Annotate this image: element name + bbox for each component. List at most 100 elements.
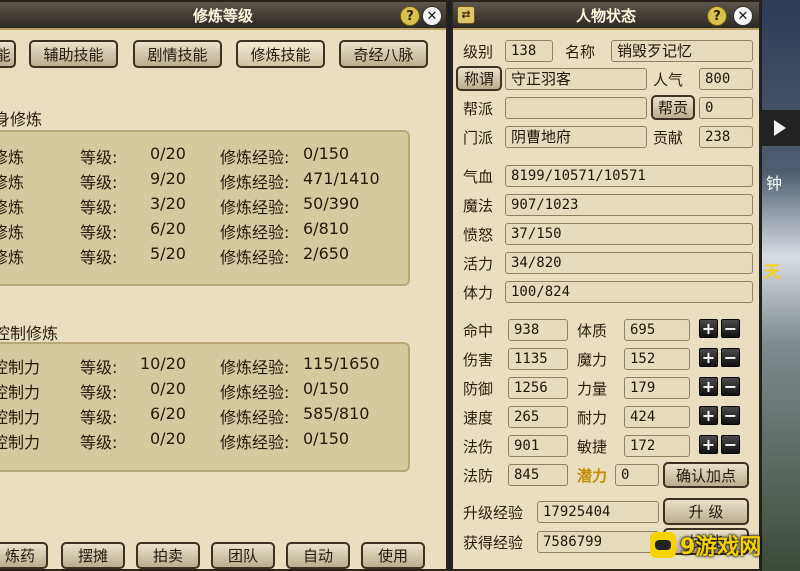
strength-plus-button[interactable]: +: [699, 377, 718, 396]
close-icon[interactable]: ✕: [733, 6, 753, 26]
cultivation-panel: 修炼等级 ? ✕ 能 辅助技能 剧情技能 修炼技能 奇经八脉 身修炼 修炼 等级…: [0, 0, 448, 571]
switch-icon[interactable]: ⇄: [457, 6, 475, 24]
watermark-text: 9游戏网: [680, 535, 762, 560]
gamepad-logo-icon: [650, 532, 676, 558]
tab-meridian[interactable]: 奇经八脉: [339, 40, 428, 68]
constitution-plus-button[interactable]: +: [699, 319, 718, 338]
character-status-panel: ⇄ 人物状态 ? ✕ 级别 138 名称 销毁歹记忆 称谓 守正羽客 人气 80…: [451, 0, 761, 571]
endurance-label: 耐力: [577, 409, 608, 427]
potential-label: 潜力: [577, 467, 608, 485]
strength-field: 179: [624, 377, 690, 399]
tab-cultivation-skill[interactable]: 修炼技能: [236, 40, 325, 68]
rage-field: 37/150: [505, 223, 753, 245]
hp-field: 8199/10571/10571: [505, 165, 753, 187]
defense-field: 1256: [508, 377, 568, 399]
magic-power-field: 152: [624, 348, 690, 370]
tab-skill-partial[interactable]: 能: [0, 40, 16, 68]
vitality-field: 34/820: [505, 252, 753, 274]
help-icon[interactable]: ?: [707, 6, 727, 26]
strength-label: 力量: [577, 380, 608, 398]
mp-field: 907/1023: [505, 194, 753, 216]
school-label: 门派: [463, 129, 494, 147]
defense-label: 防御: [463, 380, 494, 398]
use-button[interactable]: 使用: [361, 542, 425, 569]
magic-power-plus-button[interactable]: +: [699, 348, 718, 367]
hit-field: 938: [508, 319, 568, 341]
constitution-minus-button[interactable]: −: [721, 319, 740, 338]
agility-field: 172: [624, 435, 690, 457]
upgrade-exp-field: 17925404: [537, 501, 659, 523]
stamina-field: 100/824: [505, 281, 753, 303]
magic-damage-field: 901: [508, 435, 568, 457]
mp-label: 魔法: [463, 197, 494, 215]
damage-label: 伤害: [463, 351, 494, 369]
status-titlebar: ⇄ 人物状态 ? ✕: [453, 2, 759, 30]
popularity-label: 人气: [653, 71, 684, 89]
guild-contribution-field: 0: [699, 97, 753, 119]
tab-story-skill[interactable]: 剧情技能: [133, 40, 222, 68]
auction-button[interactable]: 拍卖: [136, 542, 200, 569]
level-label: 级别: [463, 43, 494, 61]
stall-button[interactable]: 摆摊: [61, 542, 125, 569]
speed-field: 265: [508, 406, 568, 428]
auto-button[interactable]: 自动: [286, 542, 350, 569]
speed-label: 速度: [463, 409, 494, 427]
upgrade-exp-label: 升级经验: [463, 504, 524, 522]
side-text-1: 钟: [766, 174, 783, 193]
potential-field: 0: [615, 464, 659, 486]
agility-minus-button[interactable]: −: [721, 435, 740, 454]
alchemy-button[interactable]: 炼药: [0, 542, 48, 569]
guild-contribution-button[interactable]: 帮贡: [651, 95, 695, 120]
control-cultivation-box: 控制力 等级: 10/20 修炼经验: 115/1650 控制力 等级: 0/2…: [0, 342, 410, 472]
confirm-points-button[interactable]: 确认加点: [663, 462, 749, 488]
vitality-label: 活力: [463, 255, 494, 273]
endurance-plus-button[interactable]: +: [699, 406, 718, 425]
side-text-2: 天: [764, 262, 781, 281]
gained-exp-field: 7586799: [537, 531, 659, 553]
magic-power-label: 魔力: [577, 351, 608, 369]
section-body-cultivation-title: 身修炼: [0, 110, 43, 129]
constitution-field: 695: [624, 319, 690, 341]
cultivation-title: 修炼等级: [192, 6, 253, 25]
hp-label: 气血: [463, 168, 494, 186]
magic-defense-label: 法防: [463, 467, 494, 485]
title-button[interactable]: 称谓: [456, 66, 502, 91]
stamina-label: 体力: [463, 284, 494, 302]
level-up-button[interactable]: 升 级: [663, 498, 749, 525]
name-label: 名称: [565, 43, 596, 61]
agility-label: 敏捷: [577, 438, 608, 456]
game-world-background: 钟 天: [762, 0, 800, 571]
side-arrow-button[interactable]: [762, 110, 800, 146]
gained-exp-label: 获得经验: [463, 534, 524, 552]
close-icon[interactable]: ✕: [422, 6, 442, 26]
hit-label: 命中: [463, 322, 494, 340]
help-icon[interactable]: ?: [400, 6, 420, 26]
level-field: 138: [505, 40, 553, 62]
name-field: 销毁歹记忆: [611, 40, 753, 62]
constitution-label: 体质: [577, 322, 608, 340]
contribution-label: 贡献: [653, 129, 684, 147]
body-cultivation-box: 修炼 等级: 0/20 修炼经验: 0/150 修炼 等级: 9/20 修炼经验…: [0, 130, 410, 286]
status-title: 人物状态: [575, 6, 636, 25]
magic-power-minus-button[interactable]: −: [721, 348, 740, 367]
guild-label: 帮派: [463, 100, 494, 118]
cultivation-titlebar: 修炼等级 ? ✕: [0, 2, 446, 30]
magic-defense-field: 845: [508, 464, 568, 486]
endurance-field: 424: [624, 406, 690, 428]
tab-assist-skill[interactable]: 辅助技能: [29, 40, 118, 68]
section-control-cultivation-title: 控制修炼: [0, 324, 59, 343]
rage-label: 愤怒: [463, 226, 494, 244]
damage-field: 1135: [508, 348, 568, 370]
magic-damage-label: 法伤: [463, 438, 494, 456]
contribution-field: 238: [699, 126, 753, 148]
team-button[interactable]: 团队: [211, 542, 275, 569]
strength-minus-button[interactable]: −: [721, 377, 740, 396]
agility-plus-button[interactable]: +: [699, 435, 718, 454]
watermark: 9游戏网: [650, 525, 798, 565]
character-title-field: 守正羽客: [505, 68, 647, 90]
school-field: 阴曹地府: [505, 126, 647, 148]
popularity-field: 800: [699, 68, 753, 90]
play-arrow-icon: [774, 120, 786, 136]
guild-field: [505, 97, 647, 119]
endurance-minus-button[interactable]: −: [721, 406, 740, 425]
